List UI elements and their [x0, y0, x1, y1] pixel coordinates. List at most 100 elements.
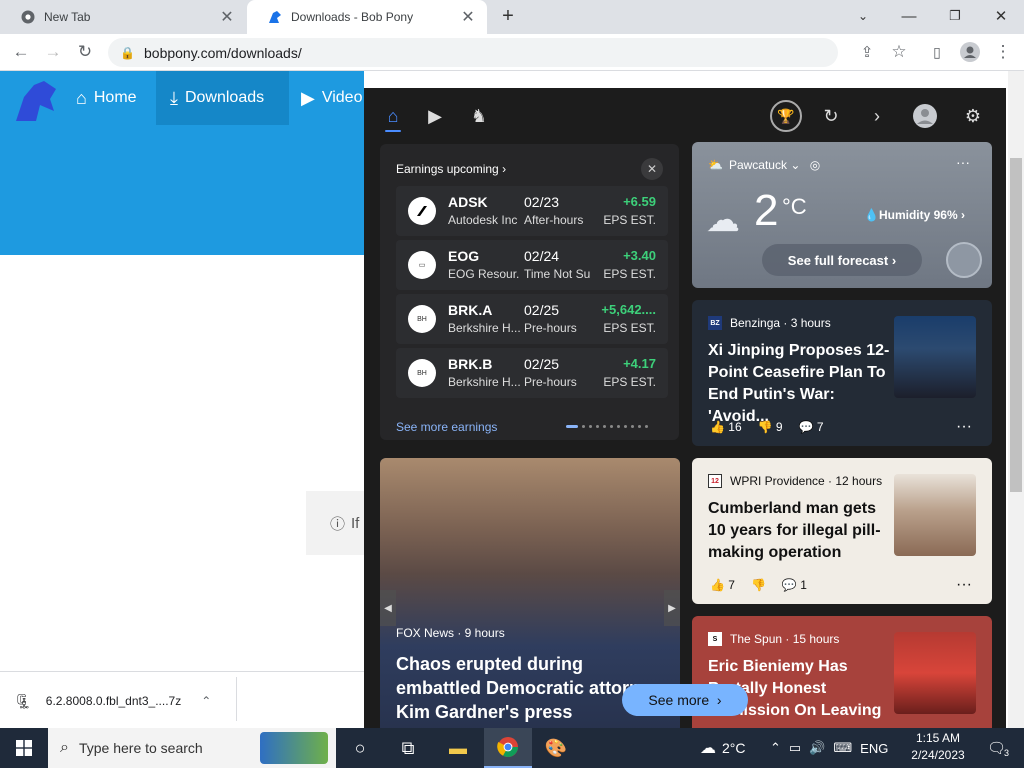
play-tab-icon[interactable]: ♞: [464, 102, 494, 130]
side-panel-icon[interactable]: ▯: [922, 34, 952, 70]
humidity: 💧Humidity 96% ›: [864, 208, 965, 222]
notification-center-icon[interactable]: 🗨 3: [980, 728, 1016, 768]
reaction-bar: 👍 16 👎 9 💬 7: [710, 420, 824, 434]
comment-button[interactable]: 💬 7: [799, 420, 824, 434]
comment-button[interactable]: 💬 1: [782, 578, 807, 592]
tab-new-tab[interactable]: New Tab ✕: [0, 0, 246, 34]
video-icon: ▶: [301, 87, 315, 108]
chevron-right-icon[interactable]: ›: [862, 102, 892, 130]
temperature: 2: [754, 186, 779, 235]
close-icon[interactable]: ✕: [641, 158, 663, 180]
more-options-icon[interactable]: ···: [956, 154, 970, 170]
file-explorer-icon[interactable]: ▬: [434, 728, 482, 768]
like-button[interactable]: 👍 7: [710, 578, 735, 592]
nav-home[interactable]: ⌂ Home: [66, 71, 156, 125]
share-icon[interactable]: ⇪: [852, 34, 882, 70]
carousel-prev-icon[interactable]: ◀: [380, 590, 396, 626]
weather-card[interactable]: ⛅ Pawcatuck ⌄ ◎ ··· ☁ 2 °C 💧Humidity 96% …: [692, 142, 992, 288]
cortana-icon[interactable]: ○: [336, 728, 384, 768]
news-headline[interactable]: Xi Jinping Proposes 12-Point Ceasefire P…: [708, 340, 892, 428]
map-thumbnail[interactable]: [946, 242, 982, 278]
back-icon[interactable]: ←: [6, 34, 36, 70]
carousel-dots[interactable]: [566, 425, 648, 428]
taskbar-weather[interactable]: ☁ 2°C: [700, 728, 746, 768]
menu-icon[interactable]: ⋮: [988, 34, 1018, 70]
earnings-row[interactable]: BH BRK.B Berkshire H... 02/25 Pre-hours …: [396, 348, 668, 398]
berkshire-logo-icon: BH: [408, 305, 436, 333]
network-icon[interactable]: ▭: [789, 740, 801, 756]
tab-title: New Tab: [44, 10, 91, 24]
taskbar-search-box[interactable]: ⌕ Type here to search: [48, 728, 336, 768]
location-globe-icon: ◎: [809, 158, 821, 172]
home-icon: ⌂: [76, 87, 87, 108]
weather-location[interactable]: ⛅ Pawcatuck ⌄ ◎: [708, 158, 820, 172]
input-language[interactable]: ENG: [860, 741, 888, 756]
chrome-taskbar-icon[interactable]: [484, 728, 532, 768]
close-tab-icon[interactable]: ✕: [459, 8, 477, 26]
reload-icon[interactable]: ↻: [70, 34, 100, 70]
eog-logo-icon: ▭: [408, 251, 436, 279]
temperature-unit: °C: [782, 194, 807, 219]
keyboard-icon[interactable]: ⌨: [833, 740, 852, 756]
watch-tab-icon[interactable]: ▶: [420, 102, 450, 130]
widgets-home-tab[interactable]: ⌂: [378, 102, 408, 132]
paint-icon[interactable]: 🎨: [532, 728, 580, 768]
rewards-icon[interactable]: 🏆: [770, 100, 802, 132]
see-more-button[interactable]: See more ›: [622, 684, 748, 716]
earnings-row[interactable]: BH BRK.A Berkshire H... 02/25 Pre-hours …: [396, 294, 668, 344]
refresh-icon[interactable]: ↻: [816, 102, 846, 130]
news-thumbnail[interactable]: [894, 316, 976, 398]
news-thumbnail[interactable]: [894, 632, 976, 714]
see-more-earnings-link[interactable]: See more earnings: [396, 420, 497, 434]
news-card[interactable]: 12 WPRI Providence · 12 hours Cumberland …: [692, 458, 992, 604]
chevron-up-icon[interactable]: ⌃: [201, 694, 211, 708]
news-headline[interactable]: Cumberland man gets 10 years for illegal…: [708, 498, 892, 564]
news-source: S The Spun · 15 hours: [708, 632, 839, 646]
volume-icon[interactable]: 🔊: [809, 740, 825, 756]
carousel-next-icon[interactable]: ▶: [664, 590, 680, 626]
info-notice: ⓘ If: [306, 491, 366, 555]
info-icon: ⓘ: [330, 515, 346, 533]
restore-icon[interactable]: ❐: [932, 0, 978, 32]
task-view-icon[interactable]: ⧉: [384, 728, 432, 768]
news-source: BZ Benzinga · 3 hours: [708, 316, 831, 330]
more-options-icon[interactable]: ···: [956, 418, 972, 436]
close-window-icon[interactable]: ✕: [978, 0, 1024, 32]
tab-downloads[interactable]: Downloads - Bob Pony ✕: [247, 0, 487, 34]
news-thumbnail[interactable]: [894, 474, 976, 556]
dislike-button[interactable]: 👎: [751, 578, 766, 592]
archive-file-icon: 🗜: [14, 692, 32, 709]
taskbar: ⌕ Type here to search ○ ⧉ ▬ 🎨 ☁ 2°C ⌃ ▭ …: [0, 728, 1024, 768]
earnings-row[interactable]: ▭ EOG EOG Resour... 02/24 Time Not Su +3…: [396, 240, 668, 290]
close-tab-icon[interactable]: ✕: [218, 8, 236, 26]
benzinga-logo-icon: BZ: [708, 316, 722, 330]
bookmark-star-icon[interactable]: ☆: [884, 34, 914, 70]
new-tab-icon[interactable]: +: [490, 0, 526, 32]
windows-start-icon[interactable]: [0, 728, 48, 768]
address-bar[interactable]: 🔒 bobpony.com/downloads/: [108, 38, 838, 67]
forward-icon[interactable]: →: [38, 34, 68, 70]
more-options-icon[interactable]: ···: [956, 576, 972, 594]
nav-video[interactable]: ▶ Video: [289, 71, 369, 125]
lock-icon: 🔒: [120, 45, 135, 60]
minimize-icon[interactable]: —: [886, 0, 932, 32]
download-item[interactable]: 🗜 6.2.8008.0.fbl_dnt3_....7z ⌃: [14, 683, 234, 719]
settings-gear-icon[interactable]: ⚙: [958, 102, 988, 130]
earnings-row[interactable]: ADSK Autodesk Inc 02/23 After-hours +6.5…: [396, 186, 668, 236]
like-button[interactable]: 👍 16: [710, 420, 742, 434]
profile-icon[interactable]: [955, 34, 985, 70]
site-header: ⌂ Home ⤓ Downloads ▶ Video: [0, 71, 364, 255]
tab-search-icon[interactable]: ⌄: [840, 0, 886, 32]
news-card[interactable]: BZ Benzinga · 3 hours Xi Jinping Proposes…: [692, 300, 992, 446]
dislike-button[interactable]: 👎 9: [758, 420, 783, 434]
system-tray: ⌃ ▭ 🔊 ⌨ ENG: [770, 728, 888, 768]
site-logo-icon[interactable]: [10, 75, 62, 127]
see-full-forecast-button[interactable]: See full forecast ›: [762, 244, 922, 276]
user-avatar[interactable]: [910, 102, 940, 130]
taskbar-clock[interactable]: 1:15 AM 2/24/2023: [906, 730, 970, 766]
chevron-up-icon[interactable]: ⌃: [770, 740, 781, 756]
nav-downloads[interactable]: ⤓ Downloads: [156, 71, 289, 125]
url-text: bobpony.com/downloads/: [144, 44, 302, 61]
scrollbar-thumb[interactable]: [1010, 158, 1022, 492]
earnings-header[interactable]: Earnings upcoming ›: [396, 162, 506, 176]
